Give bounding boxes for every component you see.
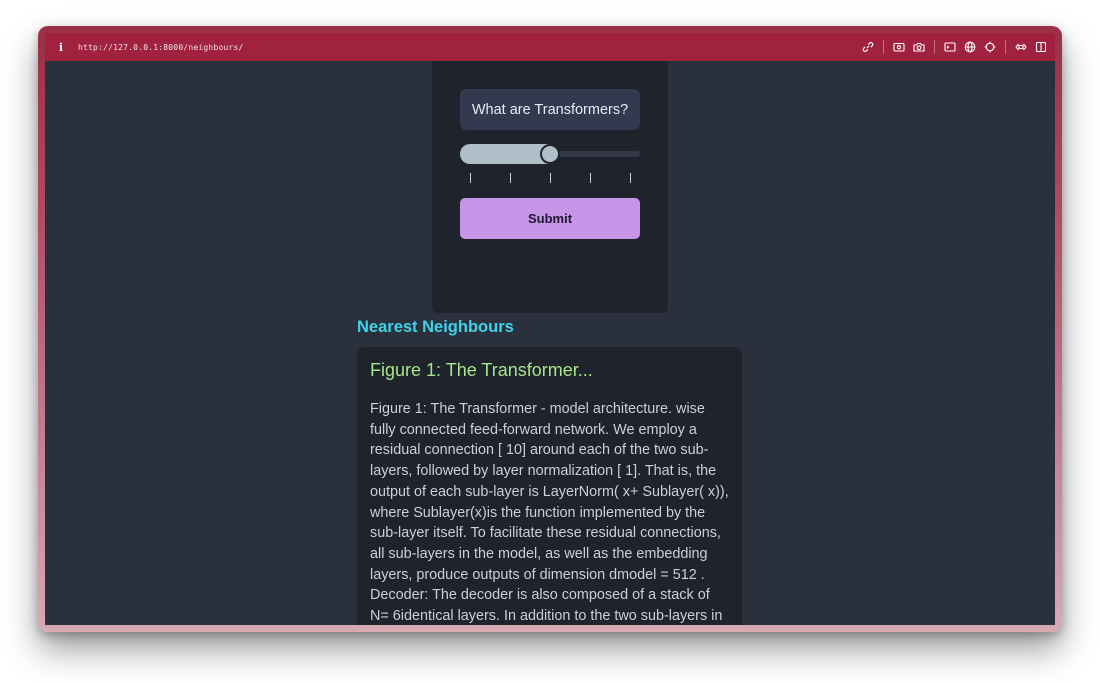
slider-tick [590,173,591,183]
slider-tick [630,173,631,183]
query-form-card: Submit [432,61,668,313]
result-title: Figure 1: The Transformer... [370,360,593,380]
result-card: Figure 1: The Transformer... Figure 1: T… [357,347,742,625]
toolbar-divider [934,40,935,54]
result-body: Figure 1: The Transformer - model archit… [370,401,729,625]
globe-icon[interactable] [964,41,976,53]
info-icon[interactable]: i [54,41,68,54]
toolbar-divider [1005,40,1006,54]
submit-button[interactable]: Submit [460,198,640,239]
toolbar-divider [883,40,884,54]
slider-fill [460,144,550,164]
section-heading: Nearest Neighbours [357,318,514,336]
slider-ticks [460,173,640,183]
camera-icon[interactable] [913,41,925,53]
toolbar-actions [854,33,1047,61]
sidebar-icon[interactable] [1035,41,1047,53]
link-icon[interactable] [862,41,874,53]
neighbours-slider[interactable] [460,143,640,165]
slider-tick [470,173,471,183]
page-content: Submit Nearest Neighbours Figure 1: The … [45,61,1055,625]
query-input[interactable] [460,89,640,130]
slider-tick [510,173,511,183]
screenshot-icon[interactable] [893,41,905,53]
url-bar[interactable]: http://127.0.0.1:8000/neighbours/ [78,43,244,52]
browser-toolbar: i http://127.0.0.1:8000/neighbours/ [45,33,1055,61]
browser-window: i http://127.0.0.1:8000/neighbours/ What… [38,26,1062,632]
slider-thumb[interactable] [540,144,560,164]
responsive-icon[interactable] [1015,41,1027,53]
terminal-icon[interactable] [944,41,956,53]
crosshair-icon[interactable] [984,41,996,53]
slider-tick [550,173,551,183]
